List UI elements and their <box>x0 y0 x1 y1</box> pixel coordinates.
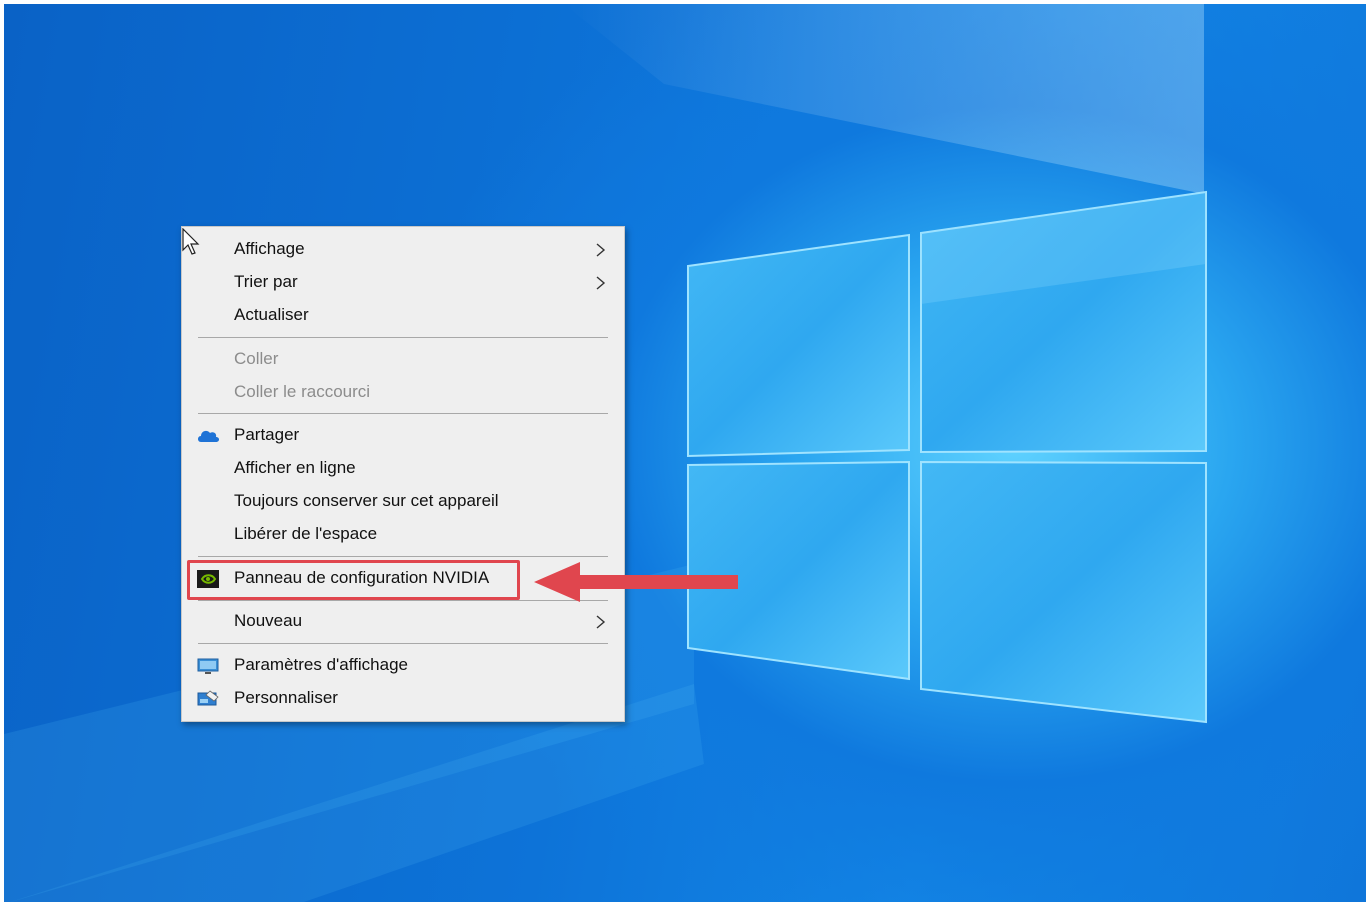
chevron-right-icon <box>596 615 606 629</box>
menu-item-partager[interactable]: Partager <box>182 419 624 452</box>
onedrive-cloud-icon <box>198 430 219 442</box>
personalize-icon <box>197 690 219 706</box>
menu-item-trier-par[interactable]: Trier par <box>182 266 624 299</box>
menu-item-label: Partager <box>234 425 300 444</box>
menu-item-afficher-en-ligne[interactable]: Afficher en ligne <box>182 452 624 485</box>
menu-item-liberer-espace[interactable]: Libérer de l'espace <box>182 518 624 551</box>
mouse-pointer-icon <box>182 228 200 255</box>
menu-item-label: Actualiser <box>234 305 309 324</box>
menu-item-coller-raccourci: Coller le raccourci <box>182 376 624 409</box>
menu-item-label: Coller <box>234 349 279 368</box>
menu-item-parametres-affichage[interactable]: Paramètres d'affichage <box>182 649 624 682</box>
menu-separator <box>198 556 608 557</box>
red-arrow-icon <box>534 562 738 602</box>
menu-item-label: Toujours conserver sur cet appareil <box>234 491 499 510</box>
menu-item-label: Nouveau <box>234 611 303 630</box>
menu-separator <box>198 643 608 644</box>
chevron-right-icon <box>596 276 606 290</box>
menu-item-label: Personnaliser <box>234 688 338 707</box>
menu-item-label: Afficher en ligne <box>234 458 356 477</box>
menu-item-actualiser[interactable]: Actualiser <box>182 299 624 332</box>
menu-item-label: Libérer de l'espace <box>234 524 378 543</box>
menu-separator <box>198 337 608 338</box>
highlight-box <box>187 560 520 600</box>
menu-item-label: Coller le raccourci <box>234 382 371 401</box>
chevron-right-icon <box>596 243 606 257</box>
menu-item-label: Paramètres d'affichage <box>234 655 408 674</box>
menu-item-toujours-conserver[interactable]: Toujours conserver sur cet appareil <box>182 485 624 518</box>
menu-item-label: Trier par <box>234 272 298 291</box>
menu-item-personnaliser[interactable]: Personnaliser <box>182 682 624 715</box>
context-menu: Affichage Trier par Actualiser Coller Co… <box>181 226 625 722</box>
menu-item-coller: Coller <box>182 343 624 376</box>
menu-item-affichage[interactable]: Affichage <box>182 233 624 266</box>
display-settings-icon <box>197 658 219 674</box>
menu-separator <box>198 413 608 414</box>
menu-item-nouveau[interactable]: Nouveau <box>182 605 624 638</box>
menu-item-label: Affichage <box>234 239 305 258</box>
